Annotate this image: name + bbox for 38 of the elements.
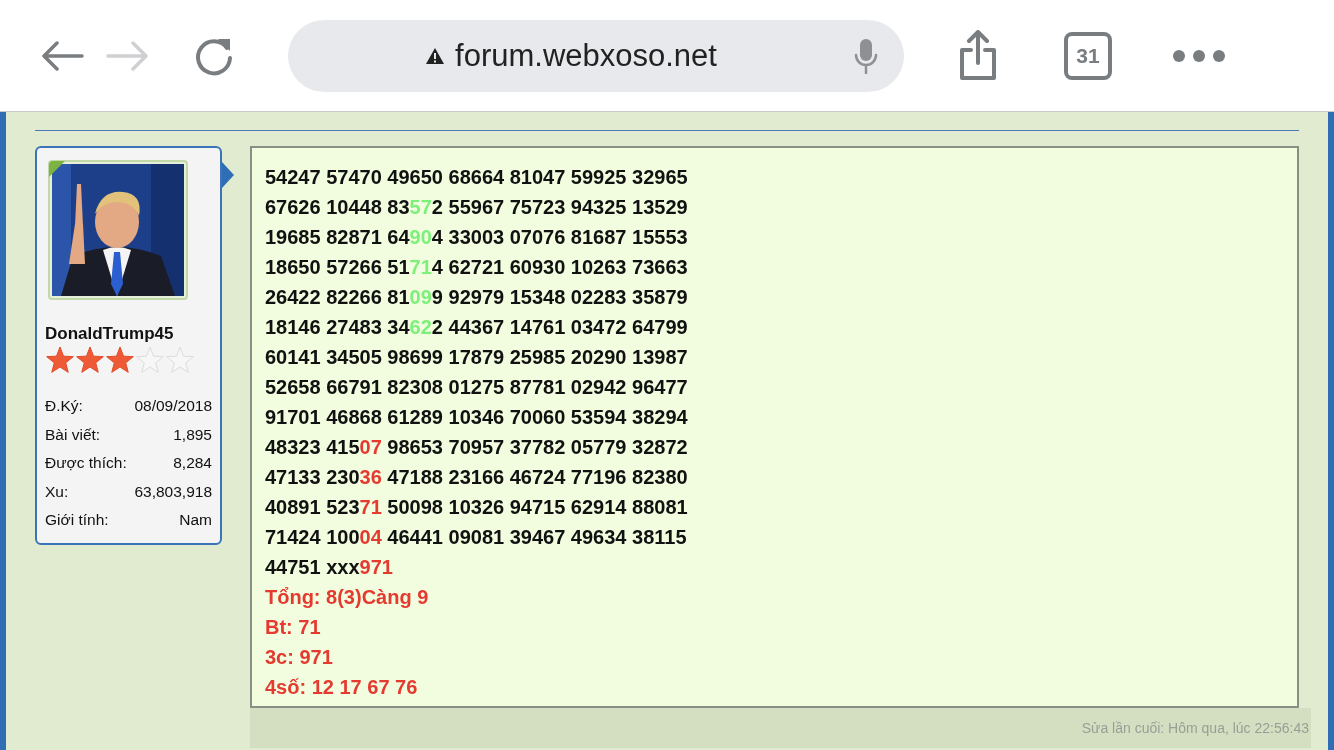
post-line: 4số: 12 17 67 76 xyxy=(265,675,418,700)
tabs-button[interactable]: 31 xyxy=(1064,31,1112,80)
post-line: 54247 57470 49650 68664 81047 59925 32965 xyxy=(265,165,688,190)
post-line: 26422 82266 81099 92979 15348 02283 35879 xyxy=(265,285,688,310)
post-line: 67626 10448 83572 55967 75723 94325 13529 xyxy=(265,195,688,220)
post-line: 44751 xxx971 xyxy=(265,555,393,580)
url-text: forum.webxoso.net xyxy=(455,37,717,74)
corner-badge-icon xyxy=(49,161,65,177)
stat-value: 1,895 xyxy=(173,424,212,445)
post-line: Tổng: 8(3)Càng 9 xyxy=(265,585,429,610)
stat-label: Xu: xyxy=(45,481,69,502)
address-bar[interactable]: forum.webxoso.net xyxy=(288,19,904,92)
stat-value: 63,803,918 xyxy=(134,481,212,502)
username: DonaldTrump45 xyxy=(45,324,175,344)
post-line: 52658 66791 82308 01275 87781 02942 96477 xyxy=(265,375,688,400)
post-line: 19685 82871 64904 33003 07076 81687 15553 xyxy=(265,225,688,250)
post-line: 91701 46868 61289 10346 70060 53594 38294 xyxy=(265,405,688,430)
post-line: 18650 57266 51714 62721 60930 10263 73663 xyxy=(265,255,688,280)
stat-value: 08/09/2018 xyxy=(134,396,212,416)
more-icon[interactable] xyxy=(1172,48,1226,63)
back-arrow-icon[interactable] xyxy=(40,40,84,71)
post-line: 47133 23036 47188 23166 46724 77196 82380 xyxy=(265,465,688,490)
last-edit-note: Sửa lần cuối: Hôm qua, lúc 22:56:43 xyxy=(1081,720,1309,736)
stat-value: Nam xyxy=(179,510,212,530)
post-line: 48323 41507 98653 70957 37782 05779 32872 xyxy=(265,435,688,460)
stat-value: 8,284 xyxy=(173,453,212,473)
stat-label: Được thích: xyxy=(45,453,127,473)
stat-label: Giới tính: xyxy=(45,510,109,530)
post-line: 60141 34505 98699 17879 25985 20290 13987 xyxy=(265,345,688,370)
post-line: 40891 52371 50098 10326 94715 62914 88081 xyxy=(265,495,688,520)
post-line: Bt: 71 xyxy=(265,615,321,640)
stat-label: Đ.Ký: xyxy=(45,396,83,416)
post-line: 3c: 971 xyxy=(265,645,333,670)
stat-label: Bài viết: xyxy=(45,424,101,445)
microphone-icon[interactable] xyxy=(854,37,878,74)
warning-icon xyxy=(425,46,446,65)
post-line: 18146 27483 34622 44367 14761 03472 64799 xyxy=(265,315,688,340)
post-line: 71424 10004 46441 09081 39467 49634 38115 xyxy=(265,525,687,550)
